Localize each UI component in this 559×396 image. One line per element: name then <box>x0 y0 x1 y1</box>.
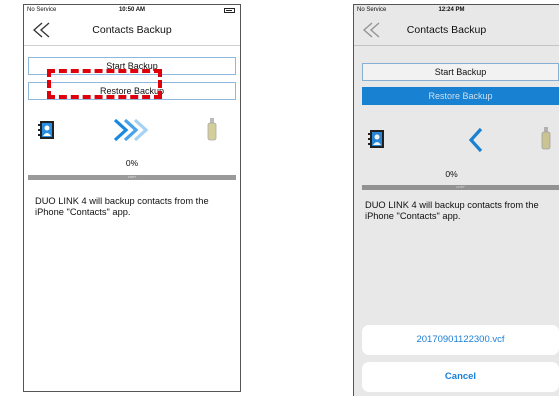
progress-percent: 0% <box>445 169 458 179</box>
double-chevron-right-icon <box>113 118 149 142</box>
status-time: 10:50 AM <box>118 7 146 13</box>
status-time: 12:24 PM <box>438 7 465 13</box>
page-title: Contacts Backup <box>406 24 487 36</box>
contacts-book-icon <box>368 130 384 148</box>
backup-description: DUO LINK 4 will backup contacts from the… <box>35 196 209 217</box>
file-option-button[interactable]: 20170901122300.vcf <box>362 325 559 355</box>
start-backup-button[interactable]: Start Backup <box>28 57 236 75</box>
phone-screen-right: No Service 12:24 PM Contacts Backup Star… <box>353 4 559 396</box>
start-backup-button[interactable]: Start Backup <box>362 63 559 81</box>
backup-description: DUO LINK 4 will backup contacts from the… <box>365 200 539 221</box>
phone-screen-left: No Service 10:50 AM Contacts Backup Star… <box>23 4 241 392</box>
chevron-left-icon <box>468 127 483 153</box>
progress-bar: COPY <box>28 175 236 180</box>
status-bar: No Service 10:50 AM <box>24 5 240 16</box>
progress-bar-label: COPY <box>456 185 465 189</box>
page-title: Contacts Backup <box>92 24 172 36</box>
status-bar: No Service 12:24 PM <box>354 5 559 16</box>
usb-drive-icon <box>541 127 551 150</box>
contacts-book-icon <box>38 121 54 139</box>
usb-drive-icon <box>207 118 217 141</box>
progress-percent: 0% <box>125 158 139 168</box>
progress-bar: COPY <box>362 185 559 190</box>
restore-backup-button[interactable]: Restore Backup <box>362 87 559 105</box>
progress-bar-label: COPY <box>127 175 137 179</box>
restore-backup-button[interactable]: Restore Backup <box>28 82 236 100</box>
battery-icon <box>224 8 235 13</box>
cancel-button[interactable]: Cancel <box>362 362 559 392</box>
nav-bar: Contacts Backup <box>24 16 240 46</box>
nav-bar: Contacts Backup <box>354 16 559 46</box>
